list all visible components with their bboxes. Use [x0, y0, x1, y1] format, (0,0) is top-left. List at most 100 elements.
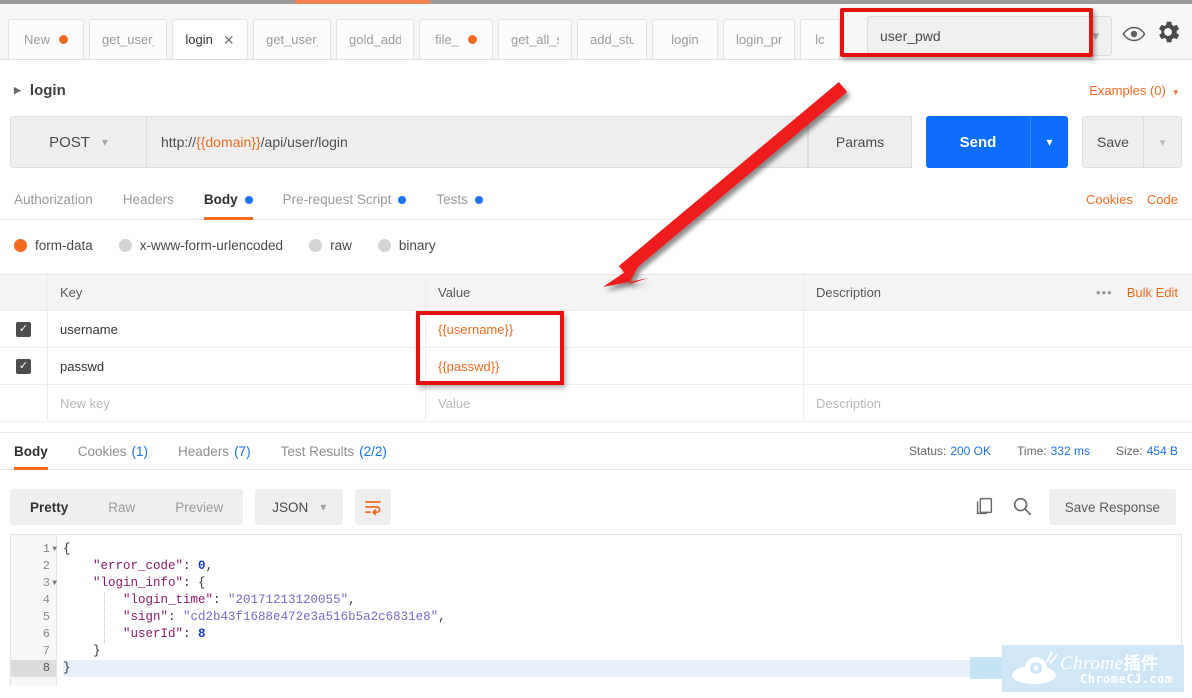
new-key-input[interactable]: New key [48, 385, 426, 421]
size-label: Size: [1115, 444, 1143, 458]
chevron-right-icon[interactable]: ▶ [14, 85, 21, 96]
body-type-radio-group[interactable]: form-data x-www-form-urlencoded raw bina… [14, 221, 1174, 269]
tab-tests[interactable]: Tests [436, 180, 483, 220]
url-bar[interactable]: POST ▾ http://{{domain}}/api/user/login … [10, 116, 1182, 168]
tab-label: Headers [122, 192, 174, 207]
tab-body[interactable]: Body [203, 180, 253, 220]
radio-form-data[interactable]: form-data [14, 238, 93, 253]
radio-binary[interactable]: binary [377, 237, 436, 253]
new-value-input[interactable]: Value [426, 385, 804, 421]
radio-label: form-data [35, 237, 93, 253]
tok: "20171213120055" [228, 593, 349, 607]
bulk-edit-link[interactable]: Bulk Edit [1127, 285, 1192, 300]
code-link[interactable]: Code [1147, 192, 1178, 207]
copy-icon[interactable] [973, 495, 995, 520]
response-tab-headers[interactable]: Headers (7) [178, 432, 251, 470]
response-tab-body[interactable]: Body [14, 432, 48, 470]
row-key[interactable]: passwd [48, 348, 426, 384]
header-key: Key [48, 275, 426, 310]
environment-selector-wrap[interactable]: user_pwd ▾ [867, 16, 1112, 56]
radio-label: binary [398, 237, 436, 253]
radio-raw[interactable]: raw [309, 238, 352, 253]
tok: : [183, 627, 199, 641]
tab-headers[interactable]: Headers [123, 180, 174, 220]
environment-select[interactable]: user_pwd ▾ [867, 16, 1112, 56]
radio-icon[interactable] [14, 238, 27, 252]
row-checkbox-cell[interactable]: ✓ [0, 348, 48, 384]
tok: : [168, 610, 184, 624]
tab-authorization[interactable]: Authorization [14, 180, 93, 220]
tab-label: gold_add [349, 32, 401, 47]
checkbox-checked-icon[interactable]: ✓ [16, 358, 31, 374]
search-icon[interactable] [1011, 495, 1033, 520]
code-line: "login_info": { [63, 575, 1181, 592]
request-title[interactable]: ▶ login [14, 82, 66, 99]
view-mode-group[interactable]: Pretty Raw Preview [10, 489, 244, 525]
tab-get-user-i-1[interactable]: get_user_i [89, 19, 167, 59]
response-tab-test-results[interactable]: Test Results (2/2) [281, 432, 387, 470]
tab-label: New [23, 32, 50, 47]
send-button[interactable]: Send [926, 116, 1030, 168]
view-mode-pretty[interactable]: Pretty [10, 489, 88, 525]
send-options-chevron-down-icon[interactable]: ▾ [1030, 116, 1068, 168]
request-section-tabs[interactable]: Authorization Headers Body Pre-request S… [0, 180, 1192, 220]
format-select[interactable]: JSON ▾ [255, 489, 344, 525]
radio-label: raw [330, 237, 352, 253]
save-response-button[interactable]: Save Response [1048, 489, 1176, 525]
save-button[interactable]: Save [1082, 116, 1144, 168]
tab-login-active[interactable]: login ✕ [172, 19, 248, 59]
radio-icon[interactable] [118, 238, 132, 252]
http-method-select[interactable]: POST ▾ [10, 116, 146, 168]
unsaved-dot-icon [467, 35, 477, 44]
tab-label: add_stu [590, 32, 634, 47]
row-value[interactable]: {{username}} [426, 311, 804, 347]
tab-login-2[interactable]: login [652, 19, 718, 59]
tab-login-prer[interactable]: login_prer [723, 19, 795, 59]
tab-gold-add[interactable]: gold_add [336, 19, 414, 59]
tab-file[interactable]: file_ [419, 19, 493, 59]
response-section-tabs[interactable]: Body Cookies (1) Headers (7) Test Result… [0, 432, 1192, 470]
more-options-icon[interactable]: ••• [1096, 285, 1127, 300]
response-tab-cookies[interactable]: Cookies (1) [78, 432, 148, 470]
table-row[interactable]: ✓ passwd {{passwd}} [0, 348, 1192, 385]
view-mode-preview[interactable]: Preview [155, 489, 243, 525]
eye-icon[interactable] [1122, 22, 1146, 49]
radio-label: x-www-form-urlencoded [139, 237, 284, 253]
tok: "login_time" [123, 593, 214, 607]
tab-add-stu[interactable]: add_stu [577, 19, 647, 59]
tab-pre-request-script[interactable]: Pre-request Script [283, 180, 407, 220]
gear-icon[interactable] [1154, 18, 1182, 49]
row-value[interactable]: {{passwd}} [426, 348, 804, 384]
cookies-link[interactable]: Cookies [1086, 192, 1133, 207]
tab-get-user-i-2[interactable]: get_user_i [253, 19, 331, 59]
word-wrap-icon[interactable] [355, 489, 392, 525]
request-tab-bar[interactable]: New get_user_i login ✕ get_user_i gold_a… [0, 4, 1192, 60]
time-badge: Time: 332 ms [1017, 444, 1090, 458]
watermark-brand-en: Chrome [1060, 653, 1124, 674]
radio-icon[interactable] [309, 238, 323, 252]
line-number-text: 5 [42, 610, 50, 624]
row-description[interactable] [804, 311, 1192, 347]
tab-new[interactable]: New [8, 19, 84, 59]
radio-icon[interactable] [377, 238, 391, 252]
tab-get-all-stu[interactable]: get_all_stu [498, 19, 572, 59]
response-toolbar[interactable]: Pretty Raw Preview JSON ▾ Save Response [0, 484, 1192, 530]
row-description[interactable] [804, 348, 1192, 384]
radio-x-www-form-urlencoded[interactable]: x-www-form-urlencoded [118, 237, 284, 253]
table-row-new[interactable]: New key Value Description [0, 385, 1192, 422]
url-input[interactable]: http://{{domain}}/api/user/login [146, 116, 808, 168]
tab-lo-truncated[interactable]: lc [800, 19, 840, 59]
row-key[interactable]: username [48, 311, 426, 347]
form-data-table[interactable]: Key Value Description ••• Bulk Edit ✓ us… [0, 274, 1192, 422]
table-header-row: Key Value Description ••• Bulk Edit [0, 274, 1192, 311]
params-button[interactable]: Params [808, 116, 912, 168]
close-icon[interactable]: ✕ [223, 33, 235, 47]
tab-count: (1) [131, 443, 149, 459]
table-row[interactable]: ✓ username {{username}} [0, 311, 1192, 348]
new-description-input[interactable]: Description [804, 385, 1192, 421]
save-options-chevron-down-icon[interactable]: ▾ [1144, 116, 1182, 168]
examples-dropdown[interactable]: Examples (0) ▾ [1089, 83, 1178, 98]
checkbox-checked-icon[interactable]: ✓ [16, 321, 31, 337]
view-mode-raw[interactable]: Raw [88, 489, 155, 525]
row-checkbox-cell[interactable]: ✓ [0, 311, 48, 347]
